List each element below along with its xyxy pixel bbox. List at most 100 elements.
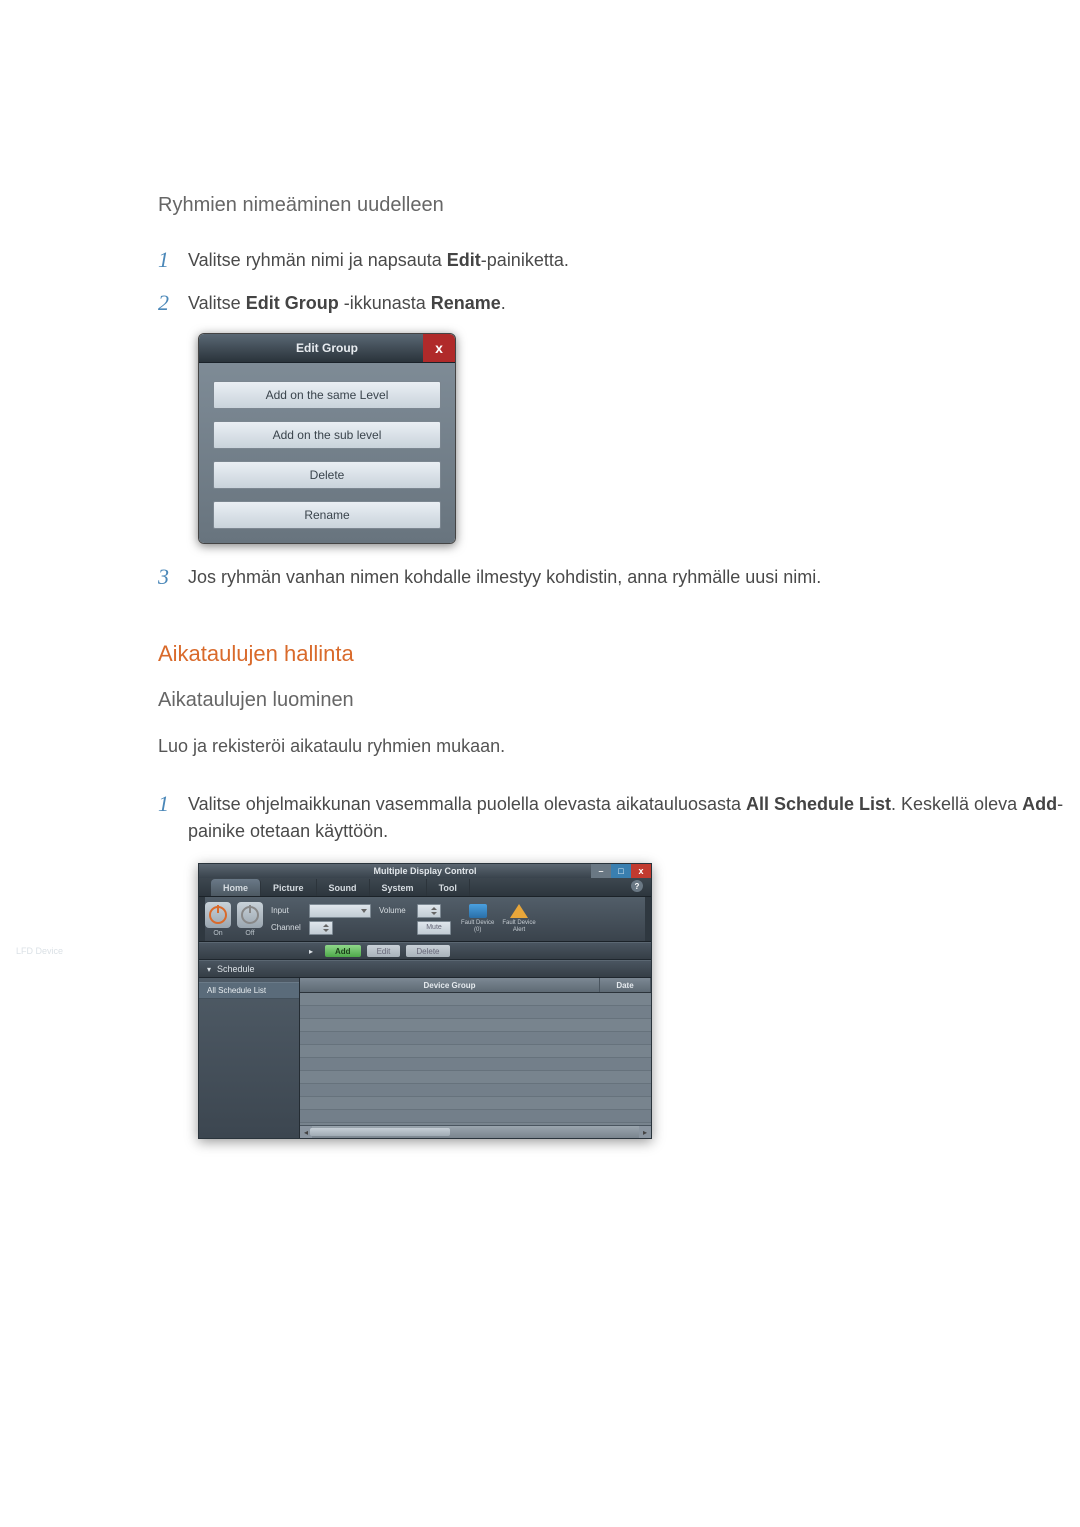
window-title: Multiple Display Control xyxy=(373,866,476,876)
text: Valitse ohjelmaikkunan vasemmalla puolel… xyxy=(188,794,746,814)
toolbar-handle-right[interactable] xyxy=(645,897,651,941)
schedule-bar[interactable]: ▾ Schedule xyxy=(199,960,651,978)
mdc-window: Multiple Display Control – □ x Home Pict… xyxy=(198,863,652,1139)
label: Off xyxy=(245,930,254,937)
rename-button[interactable]: Rename xyxy=(213,501,441,529)
add-same-level-button[interactable]: Add on the same Level xyxy=(213,381,441,409)
step-text: Valitse Edit Group -ikkunasta Rename. xyxy=(188,290,506,317)
chevron-down-icon: ▾ xyxy=(207,965,211,974)
add-sub-level-button[interactable]: Add on the sub level xyxy=(213,421,441,449)
power-on-button[interactable] xyxy=(205,902,231,928)
delete-button[interactable]: Delete xyxy=(213,461,441,489)
tab-home[interactable]: Home xyxy=(211,879,261,896)
step-text: Jos ryhmän vanhan nimen kohdalle ilmesty… xyxy=(188,564,821,591)
step-number: 1 xyxy=(158,247,188,273)
mute-button[interactable]: Mute xyxy=(417,921,451,935)
input-select[interactable] xyxy=(309,904,371,918)
scroll-thumb[interactable] xyxy=(310,1128,450,1136)
tab-system[interactable]: System xyxy=(370,879,427,896)
col-date[interactable]: Date xyxy=(600,978,651,992)
section-label: LFD Device xyxy=(16,946,63,956)
table-row xyxy=(300,1045,651,1058)
window-close-button[interactable]: x xyxy=(631,864,651,878)
section-label: Schedule xyxy=(217,964,255,974)
heading-create-schedules: Aikataulujen luominen xyxy=(158,689,1080,712)
table-row xyxy=(300,1071,651,1084)
tab-picture[interactable]: Picture xyxy=(261,879,317,896)
grid-body xyxy=(300,993,651,1125)
text: . Keskellä oleva xyxy=(891,794,1022,814)
table-row xyxy=(300,1032,651,1045)
tab-tool[interactable]: Tool xyxy=(427,879,470,896)
power-off-button[interactable] xyxy=(237,902,263,928)
dialog-close-button[interactable]: x xyxy=(423,334,455,362)
table-row xyxy=(300,1097,651,1110)
label-channel: Channel xyxy=(271,923,305,932)
dialog-titlebar: Edit Group x xyxy=(199,334,455,363)
warning-icon xyxy=(510,904,528,918)
channel-spinner[interactable] xyxy=(309,921,333,935)
edit-group-dialog: Edit Group x Add on the same Level Add o… xyxy=(198,333,456,544)
power-icon xyxy=(241,906,259,924)
text: -painiketta. xyxy=(481,250,569,270)
label-volume: Volume xyxy=(379,906,413,915)
steps-rename-list-cont: 3 Jos ryhmän vanhan nimen kohdalle ilmes… xyxy=(158,564,1080,591)
window-titlebar: Multiple Display Control – □ x xyxy=(199,864,651,878)
step-number: 2 xyxy=(158,290,188,316)
power-icon xyxy=(209,906,227,924)
grid-header: Device Group Date xyxy=(300,978,651,993)
table-row xyxy=(300,1006,651,1019)
label: On xyxy=(213,930,222,937)
dialog-body: Add on the same Level Add on the sub lev… xyxy=(199,363,455,543)
chevron-right-icon: ▸ xyxy=(309,947,313,956)
fault-alert-icon[interactable] xyxy=(510,904,528,918)
text: -ikkunasta xyxy=(339,293,431,313)
add-button[interactable]: Add xyxy=(325,945,361,957)
content-area: Device Group Date xyxy=(300,978,651,1138)
table-row xyxy=(300,1084,651,1097)
bold: Edit xyxy=(447,250,481,270)
window-minimize-button[interactable]: – xyxy=(591,864,611,878)
table-row xyxy=(300,1019,651,1032)
ribbon-toolbar: On Off Input Channel xyxy=(199,897,651,942)
edit-button[interactable]: Edit xyxy=(367,945,401,957)
main-area: All Schedule List Device Group Date xyxy=(199,978,651,1138)
steps-schedule-list: 1 Valitse ohjelmaikkunan vasemmalla puol… xyxy=(158,791,1080,845)
bold: Edit Group xyxy=(246,293,339,313)
heading-schedule-mgmt: Aikataulujen hallinta xyxy=(158,641,1080,667)
window-maximize-button[interactable]: □ xyxy=(611,864,631,878)
heading-rename-groups: Ryhmien nimeäminen uudelleen xyxy=(158,194,1080,217)
text: . xyxy=(501,293,506,313)
dialog-title: Edit Group xyxy=(296,341,358,355)
table-row xyxy=(300,1110,651,1123)
steps-rename-list: 1 Valitse ryhmän nimi ja napsauta Edit-p… xyxy=(158,247,1080,317)
sidebar: All Schedule List xyxy=(199,978,300,1138)
fault-device-icon[interactable] xyxy=(469,904,487,918)
label: Fault Device(0) xyxy=(461,920,494,933)
step-text: Valitse ohjelmaikkunan vasemmalla puolel… xyxy=(188,791,1080,845)
horizontal-scrollbar[interactable]: ◂ ▸ xyxy=(300,1125,651,1138)
intro-text: Luo ja rekisteröi aikataulu ryhmien muka… xyxy=(158,736,1080,757)
step-text: Valitse ryhmän nimi ja napsauta Edit-pai… xyxy=(188,247,569,274)
lfd-device-bar: ▸ LFD Device Add Edit Delete xyxy=(199,942,651,960)
table-row xyxy=(300,993,651,1006)
table-row xyxy=(300,1058,651,1071)
window-buttons: – □ x xyxy=(591,864,651,878)
label: Fault DeviceAlert xyxy=(502,920,535,933)
text: Valitse ryhmän nimi ja napsauta xyxy=(188,250,447,270)
scroll-right-icon[interactable]: ▸ xyxy=(639,1126,651,1138)
close-icon: x xyxy=(435,340,443,356)
delete-button[interactable]: Delete xyxy=(406,945,449,957)
help-button[interactable]: ? xyxy=(631,880,643,892)
toolbar-handle-left[interactable] xyxy=(199,897,205,941)
text: Valitse xyxy=(188,293,246,313)
col-device-group[interactable]: Device Group xyxy=(300,978,600,992)
step-number: 1 xyxy=(158,791,188,817)
bold: All Schedule List xyxy=(746,794,891,814)
volume-spinner[interactable] xyxy=(417,904,441,918)
tab-sound[interactable]: Sound xyxy=(317,879,370,896)
label-input: Input xyxy=(271,906,305,915)
sidebar-item-all-schedule[interactable]: All Schedule List xyxy=(199,982,299,999)
bold: Add xyxy=(1022,794,1057,814)
bold: Rename xyxy=(431,293,501,313)
